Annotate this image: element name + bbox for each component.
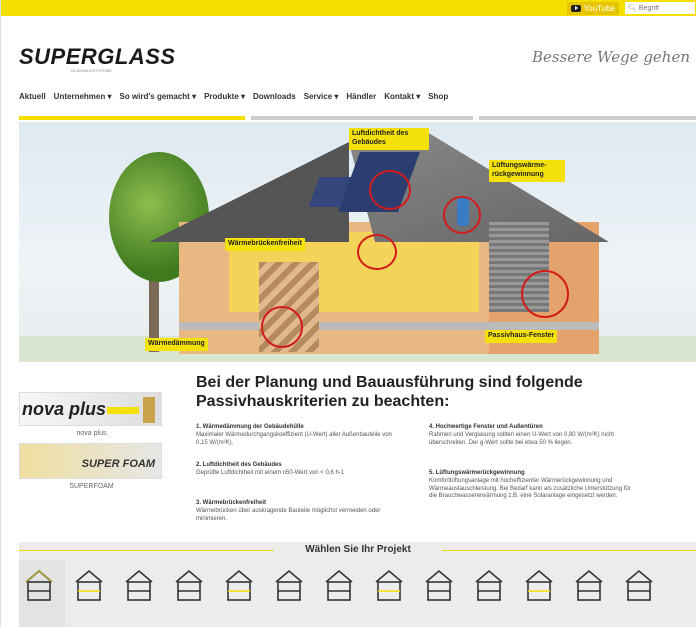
product-image-nova-plus[interactable]: nova plus <box>19 392 162 426</box>
insulation-roll-icon <box>143 397 155 423</box>
nav-item-unternehmen[interactable]: Unternehmen ▾ <box>54 92 112 101</box>
search-box[interactable]: 🔍︎ <box>625 2 696 14</box>
main-nav: Aktuell Unternehmen ▾ So wird's gemacht … <box>19 92 448 101</box>
criterion-text: Rahmen und Verglasung sollten einen U-We… <box>429 431 614 446</box>
label-waermebruecken[interactable]: Wärmebrückenfreiheit <box>225 238 305 251</box>
criterion-text: Komfortlüftungsanlage mit hocheffiziente… <box>429 477 631 500</box>
criterion-title: 3. Wärmebrückenfreiheit <box>196 500 267 506</box>
project-house-icon[interactable] <box>273 566 305 608</box>
label-passivhaus-fenster[interactable]: Passivhaus-Fenster <box>485 330 558 343</box>
project-house-icon[interactable] <box>623 566 655 608</box>
product-logo-superfoam: SUPER FOAM <box>81 458 155 470</box>
project-house-icon[interactable] <box>373 566 405 608</box>
hotspot-ring[interactable] <box>369 170 411 210</box>
criterion-text: Wärmebrücken über auskragende Bauteile m… <box>196 507 381 522</box>
hotspot-ring[interactable] <box>443 196 481 234</box>
hotspot-ring[interactable] <box>357 234 397 270</box>
criterion-item: 3. Wärmebrückenfreiheit Wärmebrücken übe… <box>196 500 396 523</box>
criterion-title: 1. Wärmedämmung der Gebäudehülle <box>196 424 304 430</box>
slogan: Bessere Wege gehen <box>532 48 690 66</box>
nav-item-produkte[interactable]: Produkte ▾ <box>204 92 245 101</box>
criterion-title: 5. Lüftungswärmerückgewinnung <box>429 470 525 476</box>
nav-item-service[interactable]: Service ▾ <box>304 92 339 101</box>
criterion-text: Geprüfte Luftdichtheit mit einem n50-Wer… <box>196 469 345 476</box>
hotspot-ring[interactable] <box>521 270 569 318</box>
criterion-item: 2. Luftdichtheit des Gebäudes Geprüfte L… <box>196 462 396 478</box>
floor-slab <box>179 322 599 330</box>
criterion-title: 2. Luftdichtheit des Gebäudes <box>196 462 282 468</box>
criterion-item: 5. Lüftungswärmerückgewinnung Komfortlüf… <box>429 470 639 501</box>
project-house-icon[interactable] <box>23 566 55 608</box>
project-house-icon[interactable] <box>473 566 505 608</box>
project-selector-title: Wählen Sie Ihr Projekt <box>305 544 411 555</box>
project-house-icon[interactable] <box>223 566 255 608</box>
hero-illustration: Luftdichtheit des Gebäudes Lüftungswärme… <box>19 122 696 362</box>
label-waermedaemmung[interactable]: Wärmedämmung <box>145 338 208 351</box>
label-lueftung[interactable]: Lüftungswärme-rückgewinnung <box>489 160 565 182</box>
project-house-icon[interactable] <box>323 566 355 608</box>
project-house-icon[interactable] <box>73 566 105 608</box>
slider-indicator-active[interactable] <box>19 116 245 120</box>
page-headline: Bei der Planung und Bauausführung sind f… <box>196 374 583 411</box>
product-logo-nova-plus: nova plus <box>22 399 107 419</box>
project-house-icon[interactable] <box>573 566 605 608</box>
project-house-icon[interactable] <box>423 566 455 608</box>
youtube-icon <box>570 4 581 12</box>
project-house-icon[interactable] <box>523 566 555 608</box>
label-luftdichtheit[interactable]: Luftdichtheit des Gebäudes <box>349 128 429 150</box>
top-bar: YouTube 🔍︎ <box>1 0 696 16</box>
product-name[interactable]: SUPERFOAM <box>19 483 164 490</box>
criterion-title: 4. Hochwertige Fenster und Außentüren <box>429 424 543 430</box>
nav-item-shop[interactable]: Shop <box>428 92 448 101</box>
page: YouTube 🔍︎ SUPERGLASS GLASHAUSSYSTEME Be… <box>0 0 696 627</box>
criterion-text: Maximaler Wärmedurchgangskoeffizient (U-… <box>196 431 392 446</box>
nav-item-kontakt[interactable]: Kontakt ▾ <box>384 92 420 101</box>
criterion-item: 4. Hochwertige Fenster und Außentüren Ra… <box>429 424 629 447</box>
youtube-link[interactable]: YouTube <box>566 1 619 15</box>
product-image-superfoam[interactable]: SUPER FOAM <box>19 443 162 479</box>
search-input[interactable] <box>638 4 696 12</box>
project-house-icon[interactable] <box>173 566 205 608</box>
slider-indicator[interactable] <box>479 116 696 120</box>
project-selector: Wählen Sie Ihr Projekt <box>19 542 696 627</box>
hotspot-ring[interactable] <box>261 306 303 348</box>
project-house-icon[interactable] <box>123 566 155 608</box>
logo[interactable]: SUPERGLASS <box>19 44 176 70</box>
top-bar-right: YouTube 🔍︎ <box>566 0 696 16</box>
project-house-list <box>23 566 655 608</box>
youtube-label: YouTube <box>583 3 615 13</box>
logo-subtitle: GLASHAUSSYSTEME <box>71 68 112 73</box>
product-name[interactable]: nova plus <box>19 430 164 437</box>
nav-item-haendler[interactable]: Händler <box>346 92 376 101</box>
criterion-item: 1. Wärmedämmung der Gebäudehülle Maximal… <box>196 424 396 447</box>
nav-item-so-wirds-gemacht[interactable]: So wird's gemacht ▾ <box>119 92 196 101</box>
nav-item-aktuell[interactable]: Aktuell <box>19 92 46 101</box>
product-list: nova plus nova plus SUPER FOAM SUPERFOAM <box>19 392 164 496</box>
nav-item-downloads[interactable]: Downloads <box>253 92 296 101</box>
slider-indicator[interactable] <box>251 116 473 120</box>
product-band <box>107 407 139 414</box>
search-icon: 🔍︎ <box>628 5 637 12</box>
